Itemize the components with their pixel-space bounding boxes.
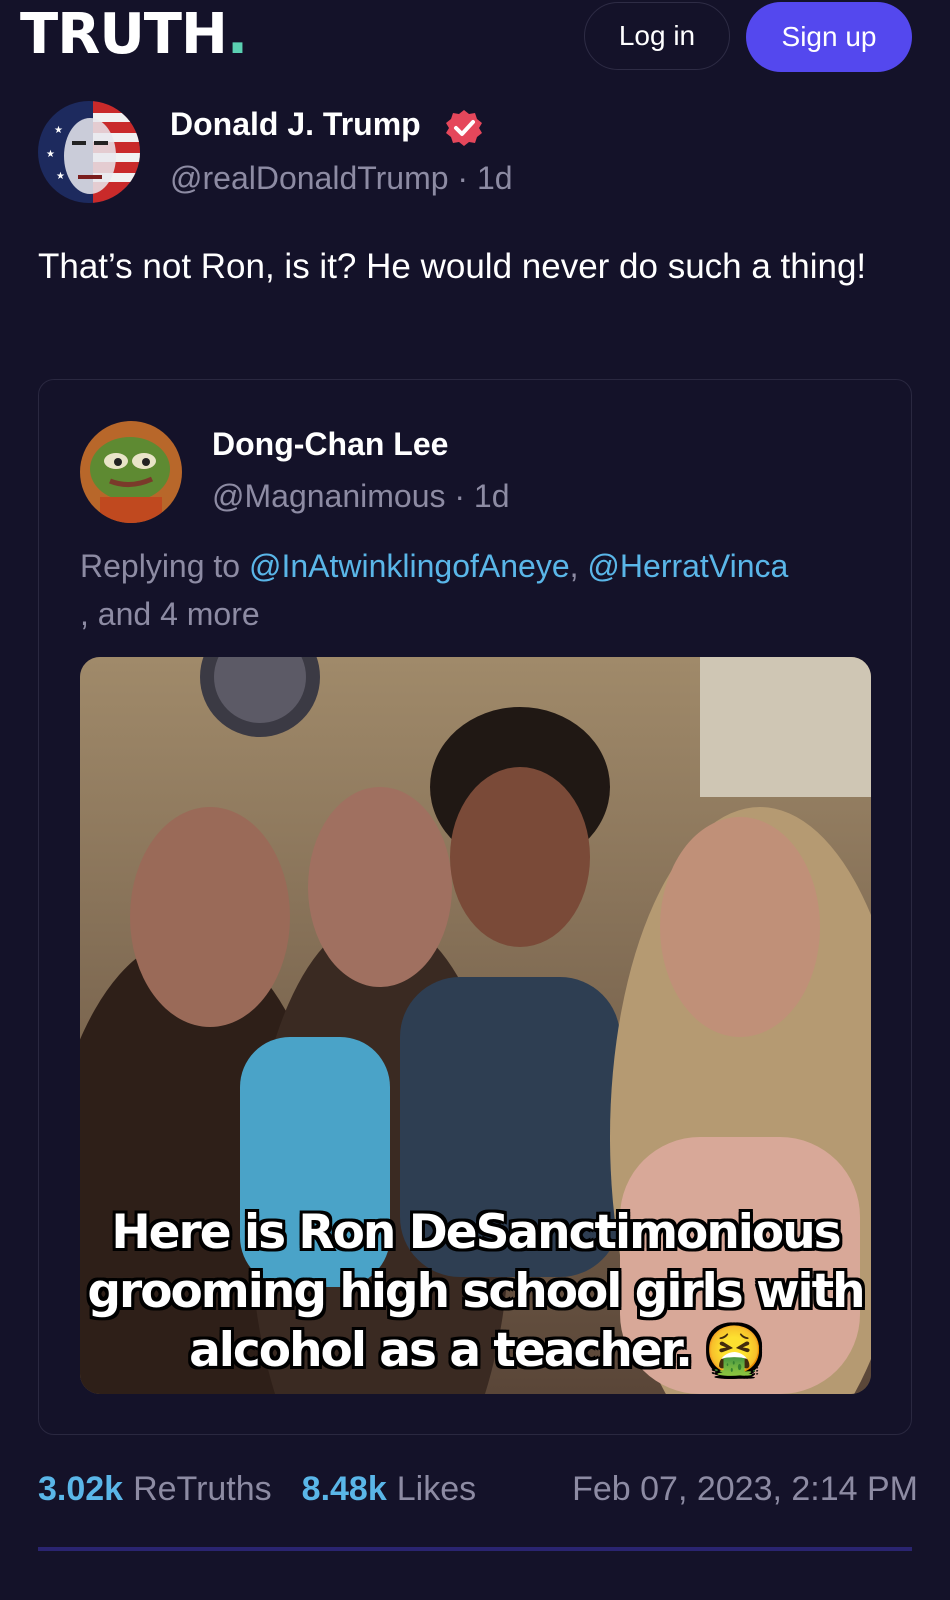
author-handle[interactable]: @realDonaldTrump · 1d: [170, 160, 513, 197]
quoted-author-name[interactable]: Dong-Chan Lee: [212, 426, 448, 463]
author-name[interactable]: Donald J. Trump: [170, 106, 421, 143]
post-text: That’s not Ron, is it? He would never do…: [38, 247, 867, 286]
author-avatar[interactable]: ★ ★ ★: [38, 101, 140, 203]
verified-badge-icon: [446, 110, 482, 146]
likes-count[interactable]: 8.48k: [302, 1470, 387, 1509]
mention-link[interactable]: @HerratVinca: [587, 548, 788, 584]
post-timestamp: Feb 07, 2023, 2:14 PM: [572, 1470, 918, 1508]
login-button[interactable]: Log in: [584, 2, 730, 70]
author-avatar-image: ★ ★ ★: [38, 101, 140, 203]
image-caption: Here is Ron DeSanctimonious grooming hig…: [87, 1205, 865, 1378]
truth-social-logo[interactable]: TRUTH.: [20, 2, 248, 68]
logo-text: TRUTH: [20, 2, 228, 67]
replying-prefix: Replying to: [80, 548, 249, 584]
section-divider: [38, 1547, 912, 1551]
replying-suffix[interactable]: , and 4 more: [80, 596, 260, 632]
mention-separator: ,: [569, 548, 588, 584]
likes-label[interactable]: Likes: [397, 1470, 476, 1509]
svg-text:★: ★: [46, 149, 55, 160]
post-stats: 3.02k ReTruths 8.48k Likes Feb 07, 2023,…: [38, 1470, 918, 1514]
retruths-label[interactable]: ReTruths: [133, 1470, 272, 1509]
signup-button[interactable]: Sign up: [746, 2, 912, 72]
replying-to-line: Replying to @InAtwinklingofAneye, @Herra…: [80, 542, 890, 638]
top-bar: TRUTH. Log in Sign up: [0, 0, 950, 82]
svg-text:★: ★: [54, 125, 63, 136]
quoted-author-handle[interactable]: @Magnanimous · 1d: [212, 478, 510, 515]
svg-text:★: ★: [56, 171, 65, 182]
logo-dot: .: [226, 2, 248, 67]
quoted-author-avatar[interactable]: [80, 421, 182, 523]
post-image[interactable]: Here is Ron DeSanctimonious grooming hig…: [80, 657, 871, 1394]
quoted-avatar-image: [80, 421, 182, 523]
mention-link[interactable]: @InAtwinklingofAneye: [249, 548, 570, 584]
retruths-count[interactable]: 3.02k: [38, 1470, 123, 1509]
